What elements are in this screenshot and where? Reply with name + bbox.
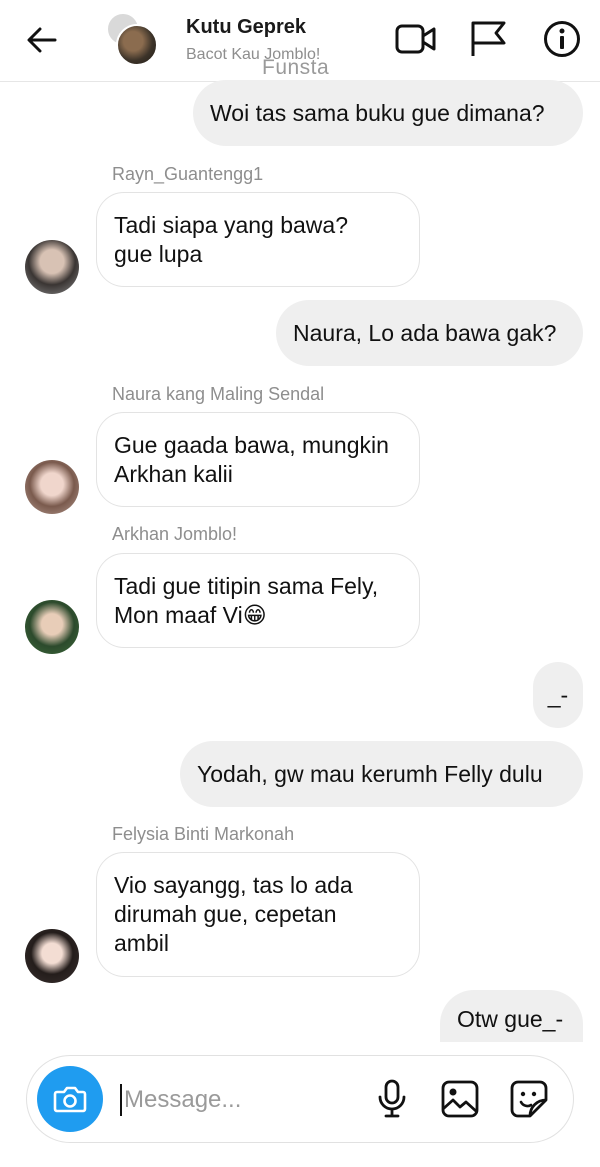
message-line: dirumah gue, cepetan (114, 901, 337, 927)
avatar[interactable] (25, 600, 79, 654)
avatar-primary (116, 24, 158, 66)
avatar[interactable] (25, 240, 79, 294)
message-text: Woi tas sama buku gue dimana? (210, 99, 545, 126)
avatar[interactable] (25, 460, 79, 514)
incoming-message[interactable]: Gue gaada bawa, mungkin Arkhan kalii (96, 412, 420, 507)
video-call-icon[interactable] (395, 18, 437, 60)
message-line: Tadi gue titipin sama Fely, (114, 572, 379, 599)
sender-name: Naura kang Maling Sendal (112, 384, 325, 404)
grinning-emoji: 😁 (242, 601, 267, 628)
camera-icon (53, 1086, 87, 1113)
incoming-message[interactable]: Tadi gue titipin sama Fely, Mon maaf Vi😁 (96, 553, 420, 648)
message-text: Yodah, gw mau kerumh Felly dulu (197, 760, 543, 787)
microphone-icon[interactable] (371, 1078, 413, 1120)
gallery-icon[interactable] (439, 1078, 481, 1120)
message-text: _- (547, 681, 569, 708)
chat-title[interactable]: Kutu Geprek (186, 16, 306, 39)
info-icon[interactable] (541, 18, 583, 60)
message-input[interactable] (124, 1080, 364, 1120)
message-line: Gue gaada bawa, mungkin (114, 431, 389, 458)
message-line: Vio sayangg, tas lo ada (114, 872, 353, 898)
avatar[interactable] (25, 929, 79, 983)
sender-name: Rayn_Guantengg1 (112, 164, 264, 184)
outgoing-message[interactable]: Yodah, gw mau kerumh Felly dulu (180, 741, 583, 807)
camera-button[interactable] (37, 1066, 103, 1132)
outgoing-message[interactable]: Otw gue_- (440, 990, 583, 1042)
message-line: Mon maaf Vi😁 (114, 601, 267, 628)
sender-name: Arkhan Jomblo! (112, 524, 238, 544)
outgoing-message[interactable]: _- (533, 662, 583, 728)
message-line: gue lupa (114, 240, 203, 267)
message-text: Otw gue_- (457, 1006, 564, 1032)
message-line: Arkhan kalii (114, 460, 233, 487)
message-line: Tadi siapa yang bawa? (114, 211, 348, 238)
flag-icon[interactable] (467, 18, 509, 60)
watermark: Funsta (262, 56, 330, 79)
back-arrow-icon[interactable] (22, 20, 62, 60)
message-line: ambil (114, 930, 169, 956)
message-composer (26, 1055, 574, 1143)
text-cursor (120, 1084, 122, 1116)
incoming-message[interactable]: Tadi siapa yang bawa? gue lupa (96, 192, 420, 287)
chat-header: Kutu Geprek Bacot Kau Jomblo! Funsta (0, 0, 600, 82)
outgoing-message[interactable]: Woi tas sama buku gue dimana? (193, 80, 583, 146)
sender-name: Felysia Binti Markonah (112, 824, 295, 844)
outgoing-message[interactable]: Naura, Lo ada bawa gak? (276, 300, 583, 366)
message-text: Naura, Lo ada bawa gak? (293, 319, 557, 346)
incoming-message[interactable]: Vio sayangg, tas lo ada dirumah gue, cep… (96, 852, 420, 977)
sticker-icon[interactable] (508, 1078, 550, 1120)
group-avatar[interactable] (106, 12, 158, 66)
